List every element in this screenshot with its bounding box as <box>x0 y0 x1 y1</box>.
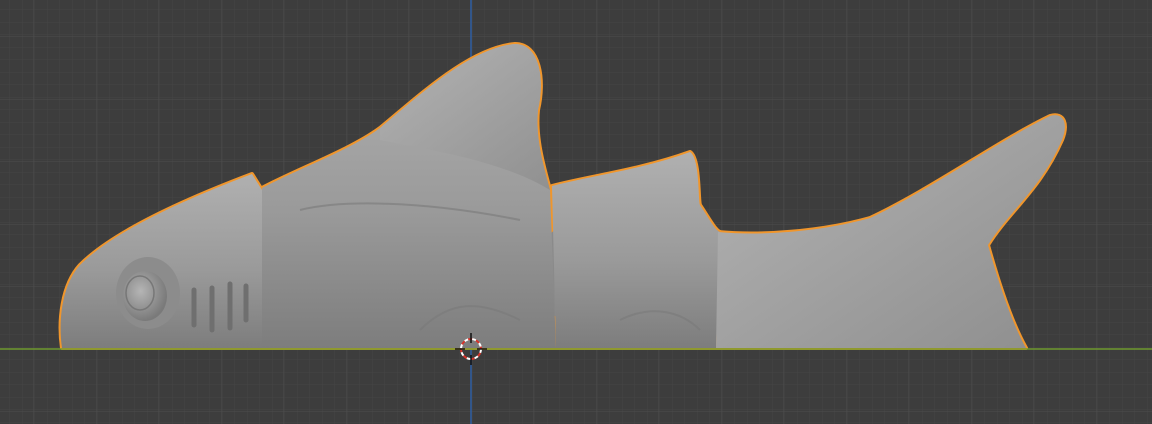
3d-viewport[interactable] <box>0 0 1152 424</box>
shark-mid-segment <box>552 152 720 348</box>
shark-eye <box>116 257 180 329</box>
